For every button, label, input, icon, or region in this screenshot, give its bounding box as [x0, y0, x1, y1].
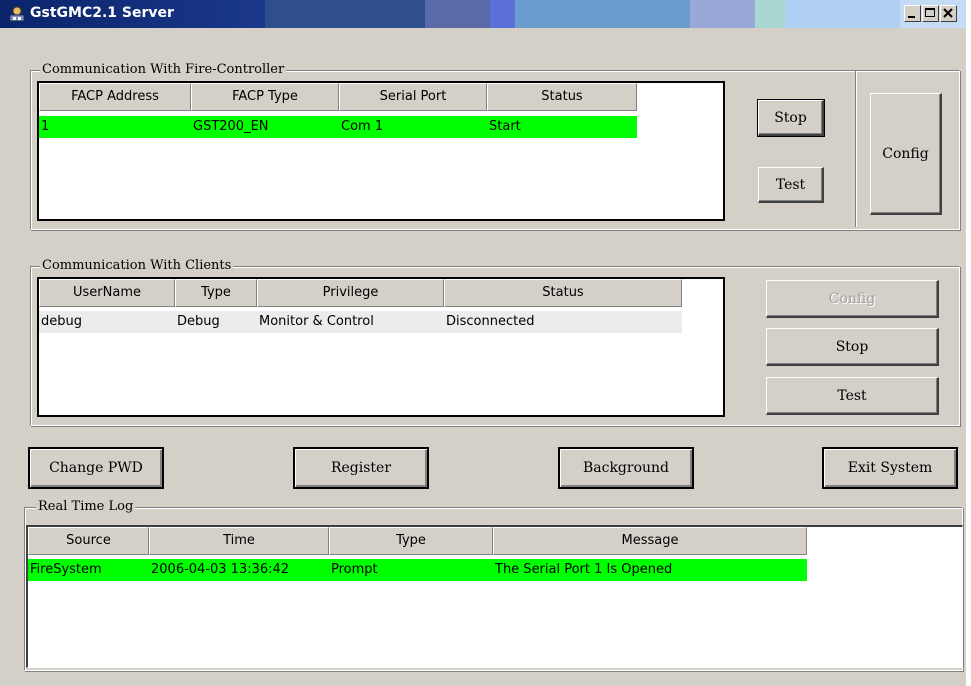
column-header-serial-port[interactable]: Serial Port [339, 83, 487, 111]
column-header-time[interactable]: Time [149, 527, 329, 555]
cell-username: debug [41, 314, 82, 329]
background-button[interactable]: Background [558, 447, 694, 489]
clients-header: UserName Type Privilege Status [39, 279, 682, 307]
maximize-button[interactable] [922, 5, 939, 22]
app-window: GstGMC2.1 Server Communication With Fire… [0, 0, 966, 686]
column-header-status[interactable]: Status [487, 83, 637, 111]
minimize-button[interactable] [904, 5, 921, 22]
cell-status: Disconnected [446, 314, 535, 329]
real-time-log-legend: Real Time Log [36, 499, 136, 515]
change-pwd-button[interactable]: Change PWD [28, 447, 164, 489]
column-header-type[interactable]: Type [329, 527, 493, 555]
close-icon [943, 8, 953, 18]
clients-stop-button[interactable]: Stop [766, 328, 939, 366]
table-row[interactable]: FireSystem 2006-04-03 13:36:42 Prompt Th… [28, 559, 807, 581]
cell-facp-type: GST200_EN [193, 119, 269, 134]
cell-message: The Serial Port 1 Is Opened [495, 562, 673, 577]
log-header: Source Time Type Message [28, 527, 807, 555]
table-row[interactable]: debug Debug Monitor & Control Disconnect… [39, 311, 682, 333]
column-header-source[interactable]: Source [28, 527, 149, 555]
minimize-icon [908, 16, 915, 18]
column-header-status[interactable]: Status [444, 279, 682, 307]
fire-controller-list[interactable]: FACP Address FACP Type Serial Port Statu… [37, 81, 725, 221]
cell-status: Start [489, 119, 521, 134]
clients-list[interactable]: UserName Type Privilege Status debug Deb… [37, 277, 725, 417]
cell-source: FireSystem [30, 562, 102, 577]
window-title: GstGMC2.1 Server [30, 5, 174, 21]
column-header-type[interactable]: Type [175, 279, 257, 307]
cell-privilege: Monitor & Control [259, 314, 374, 329]
column-header-username[interactable]: UserName [39, 279, 175, 307]
vertical-divider [855, 71, 856, 227]
fire-controller-stop-button[interactable]: Stop [757, 99, 825, 137]
cell-time: 2006-04-03 13:36:42 [151, 562, 290, 577]
fire-controller-config-button[interactable]: Config [870, 93, 942, 215]
table-row[interactable]: 1 GST200_EN Com 1 Start [39, 116, 637, 138]
column-header-facp-type[interactable]: FACP Type [191, 83, 339, 111]
app-icon [9, 6, 25, 22]
cell-serial-port: Com 1 [341, 119, 384, 134]
fire-controller-test-button[interactable]: Test [758, 167, 824, 203]
close-button[interactable] [940, 5, 957, 22]
cell-facp-address: 1 [41, 119, 50, 134]
exit-system-button[interactable]: Exit System [822, 447, 958, 489]
clients-legend: Communication With Clients [40, 258, 234, 274]
column-header-privilege[interactable]: Privilege [257, 279, 444, 307]
cell-type: Prompt [331, 562, 378, 577]
register-button[interactable]: Register [293, 447, 429, 489]
fire-controller-legend: Communication With Fire-Controller [40, 62, 287, 78]
clients-config-button[interactable]: Config [766, 280, 939, 318]
cell-type: Debug [177, 314, 220, 329]
real-time-log-list[interactable]: Source Time Type Message FireSystem 2006… [26, 525, 963, 668]
fire-controller-header: FACP Address FACP Type Serial Port Statu… [39, 83, 637, 111]
column-header-message[interactable]: Message [493, 527, 807, 555]
maximize-icon [925, 8, 935, 17]
title-bar[interactable]: GstGMC2.1 Server [0, 0, 966, 28]
column-header-facp-address[interactable]: FACP Address [39, 83, 191, 111]
clients-test-button[interactable]: Test [766, 377, 939, 415]
